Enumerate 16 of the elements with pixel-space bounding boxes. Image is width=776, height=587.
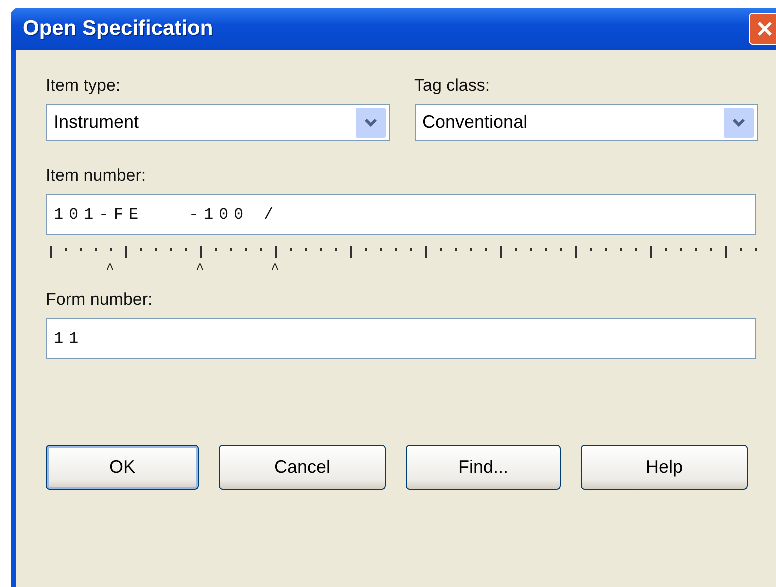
close-button[interactable] [749, 13, 776, 45]
dialog-button[interactable]: Cancel [219, 445, 386, 490]
form-number-field[interactable]: 11 [46, 318, 756, 359]
tag-class-dropdown[interactable]: Conventional [414, 104, 758, 141]
close-icon [757, 21, 773, 37]
column-markers: ^ ^ ^ [106, 262, 286, 278]
item-number-field[interactable]: 101-FE -100 / [46, 194, 756, 235]
field-label: Form number: [46, 290, 153, 310]
dialog-button[interactable]: Find... [406, 445, 561, 490]
field-label: Item type: [46, 76, 121, 96]
field-label: Tag class: [414, 76, 490, 96]
item-type-dropdown[interactable]: Instrument [46, 104, 390, 141]
window-title: Open Specification [23, 17, 214, 41]
dialog-button[interactable]: Help [581, 445, 748, 490]
field-label: Item number: [46, 166, 146, 186]
dialog-button[interactable]: OK [46, 445, 199, 490]
